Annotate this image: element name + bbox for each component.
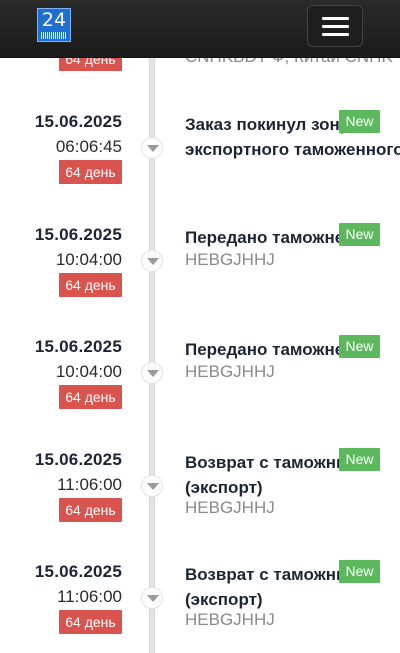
new-badge: New (339, 448, 380, 471)
event-date: 15.06.2025 (34, 112, 122, 131)
event-time: 06:06:45 (55, 137, 122, 156)
timeline-dot (141, 137, 163, 159)
event-date: 15.06.2025 (34, 450, 122, 469)
event-subtitle: HEBGJHHJ (185, 498, 275, 517)
new-badge: New (339, 223, 380, 246)
days-badge: 64 день (59, 273, 122, 297)
barcode-icon (41, 32, 67, 39)
menu-toggle-button[interactable] (307, 5, 363, 47)
timeline-dot (141, 475, 163, 497)
caret-down-icon (147, 483, 159, 490)
tracking-timeline: 64 день CNHKBDT Ф, Китай CNHK 15.06.2025… (0, 0, 400, 653)
hamburger-menu-icon (322, 33, 349, 36)
timeline-event[interactable]: 15.06.2025 10:04:00 64 день Передано там… (0, 223, 400, 337)
event-time: 10:04:00 (55, 362, 122, 381)
timeline-event[interactable]: 15.06.2025 10:04:00 64 день Передано там… (0, 335, 400, 449)
event-date: 15.06.2025 (34, 337, 122, 356)
days-badge: 64 день (59, 385, 122, 409)
days-badge: 64 день (59, 498, 122, 522)
new-badge: New (339, 110, 380, 133)
event-subtitle: HEBGJHHJ (185, 250, 275, 269)
logo-text: 24 (41, 9, 67, 31)
event-time: 11:06:00 (57, 587, 122, 606)
new-badge: New (339, 335, 380, 358)
event-date: 15.06.2025 (34, 562, 122, 581)
hamburger-menu-icon (322, 25, 349, 28)
timeline-dot (141, 587, 163, 609)
caret-down-icon (147, 145, 159, 152)
timeline-event[interactable]: 15.06.2025 11:06:00 64 день Возврат с та… (0, 448, 400, 562)
event-date: 15.06.2025 (34, 225, 122, 244)
timeline-dot (141, 250, 163, 272)
caret-down-icon (147, 370, 159, 377)
timeline-event[interactable]: 15.06.2025 06:06:45 64 день Заказ покину… (0, 110, 400, 224)
hamburger-menu-icon (322, 17, 349, 20)
event-subtitle: HEBGJHHJ (185, 362, 275, 381)
caret-down-icon (147, 595, 159, 602)
new-badge: New (339, 560, 380, 583)
days-badge: 64 день (59, 160, 122, 184)
days-badge: 64 день (59, 610, 122, 634)
timeline-event[interactable]: 15.06.2025 11:06:00 64 день Возврат с та… (0, 560, 400, 653)
event-title-line2: экспортного таможенного (185, 140, 400, 159)
top-navbar: 24 (0, 0, 400, 58)
event-time: 10:04:00 (55, 250, 122, 269)
event-time: 11:06:00 (57, 475, 122, 494)
timeline-dot (141, 362, 163, 384)
caret-down-icon (147, 258, 159, 265)
site-logo[interactable]: 24 (37, 8, 71, 42)
event-subtitle: HEBGJHHJ (185, 610, 275, 629)
